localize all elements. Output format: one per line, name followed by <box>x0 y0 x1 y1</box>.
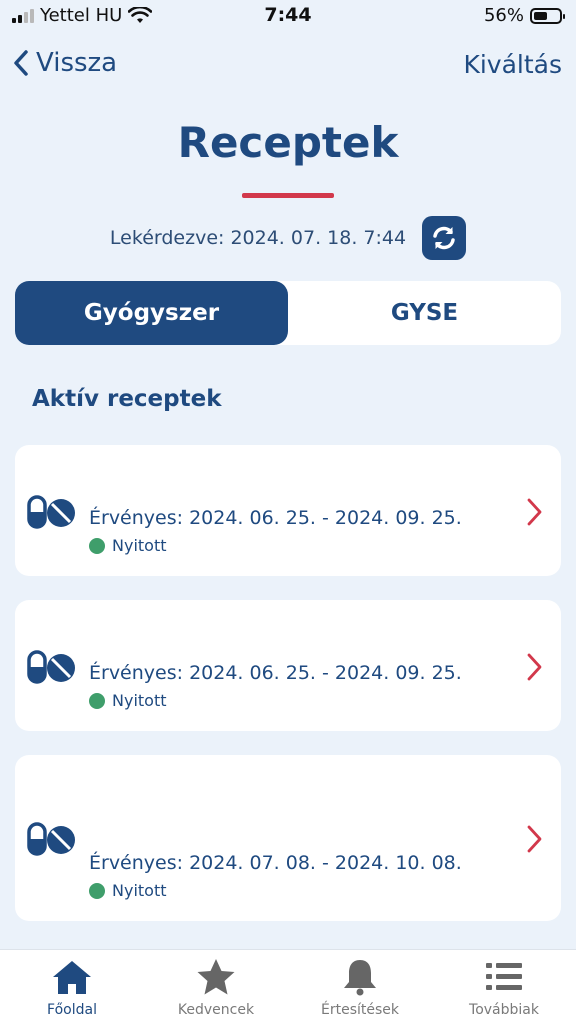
status-dot <box>89 692 105 709</box>
tab-label: Értesítések <box>320 1002 399 1018</box>
battery-icon <box>530 7 565 24</box>
prescription-card[interactable]: Érvényes: 2024. 07. 08. - 2024. 10. 08. … <box>15 755 561 921</box>
chevron-right-icon <box>527 653 542 681</box>
pills-icon <box>27 822 75 856</box>
tab-label: Továbbiak <box>469 1002 539 1018</box>
status-text: Nyitott <box>112 536 167 555</box>
validity-text: Érvényes: 2024. 07. 08. - 2024. 10. 08. <box>89 852 462 874</box>
pills-icon <box>27 650 75 684</box>
tab-label: Kedvencek <box>177 1002 255 1018</box>
bell-icon <box>344 960 376 996</box>
validity-text: Érvényes: 2024. 06. 25. - 2024. 09. 25. <box>89 507 462 529</box>
status-text: Nyitott <box>112 691 167 710</box>
home-icon <box>53 961 91 994</box>
kivaltas-button[interactable]: Kiváltás <box>463 50 562 79</box>
fetched-row: Lekérdezve: 2024. 07. 18. 7:44 <box>0 216 576 260</box>
status-badge: Nyitott <box>89 536 167 555</box>
tab-gyogyszer[interactable]: Gyógyszer <box>15 281 288 345</box>
chevron-right-icon <box>527 498 542 526</box>
refresh-icon <box>433 226 455 250</box>
pills-icon <box>27 495 75 529</box>
type-segmented-control: Gyógyszer GYSE <box>15 281 561 345</box>
prescription-card[interactable]: Érvényes: 2024. 06. 25. - 2024. 09. 25. … <box>15 600 561 731</box>
tab-gyse[interactable]: GYSE <box>288 281 561 345</box>
tab-label: Főoldal <box>47 1002 97 1018</box>
tab-more[interactable]: Továbbiak <box>432 950 576 1024</box>
refresh-button[interactable] <box>422 216 467 260</box>
prescription-card[interactable]: Érvényes: 2024. 06. 25. - 2024. 09. 25. … <box>15 445 561 576</box>
list-icon <box>486 963 522 990</box>
tab-favorites[interactable]: Kedvencek <box>144 950 288 1024</box>
status-dot <box>89 537 105 554</box>
bottom-tab-bar: Főoldal Kedvencek Értesítések Továbbiak <box>0 949 576 1024</box>
status-badge: Nyitott <box>89 691 167 710</box>
tab-home[interactable]: Főoldal <box>0 950 144 1024</box>
back-label: Vissza <box>36 48 118 78</box>
status-badge: Nyitott <box>89 881 167 900</box>
tab-notifications[interactable]: Értesítések <box>288 950 432 1024</box>
section-title: Aktív receptek <box>32 386 222 412</box>
fetched-timestamp: Lekérdezve: 2024. 07. 18. 7:44 <box>109 227 407 249</box>
chevron-right-icon <box>527 825 542 853</box>
star-icon <box>197 959 235 995</box>
battery-group: 56% <box>483 5 565 26</box>
chevron-left-icon <box>14 50 28 76</box>
status-text: Nyitott <box>112 881 167 900</box>
title-underline <box>242 193 334 198</box>
page-title: Receptek <box>177 118 399 167</box>
back-button[interactable]: Vissza <box>12 48 117 78</box>
validity-text: Érvényes: 2024. 06. 25. - 2024. 09. 25. <box>89 662 462 684</box>
status-dot <box>89 882 105 899</box>
status-bar: Yettel HU 7:44 56% <box>0 0 576 34</box>
battery-percent: 56% <box>483 5 524 26</box>
